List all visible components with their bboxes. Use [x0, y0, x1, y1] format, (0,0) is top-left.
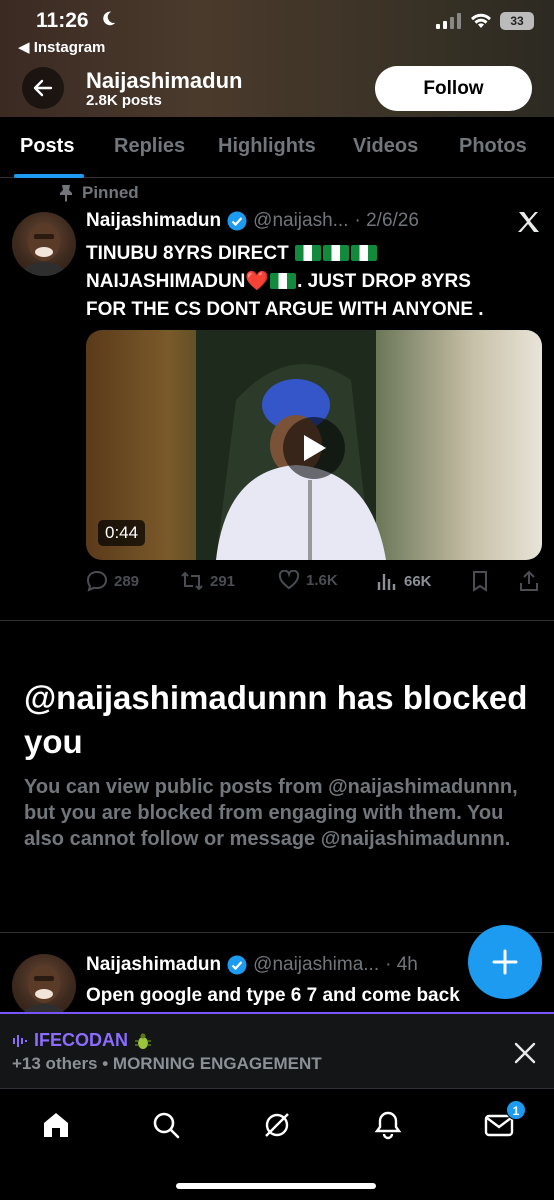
tweet-header: Naijashimadun @naijash... · 2/6/26 [86, 210, 419, 232]
spaces-title: IFECODAN [12, 1030, 152, 1051]
tweet-author-name[interactable]: Naijashimadun [86, 210, 221, 232]
active-tab-indicator [14, 174, 84, 178]
pinned-indicator: Pinned [58, 183, 139, 203]
repost-button[interactable]: 291 [180, 570, 235, 592]
pin-icon [60, 185, 72, 202]
bookmark-icon[interactable] [470, 570, 490, 592]
spaces-subtitle: +13 others • MORNING ENGAGEMENT [12, 1054, 322, 1073]
tweet-header: Naijashimadun @naijashima... · 4h [86, 954, 418, 976]
status-indicators: 33 [436, 12, 534, 30]
tweet-text-line3: FOR THE CS DONT ARGUE WITH ANYONE . [86, 299, 484, 320]
tweet-actions: 289 291 1.6K 66K [86, 570, 542, 596]
video-duration: 0:44 [98, 520, 146, 546]
spaces-banner[interactable]: IFECODAN +13 others • MORNING ENGAGEMENT [0, 1012, 554, 1088]
follow-button[interactable]: Follow [375, 66, 532, 111]
like-count: 1.6K [306, 571, 338, 589]
back-button[interactable] [22, 67, 64, 109]
profile-header: 11:26 ◀ Instagram 33 Naijashimadun 2.8K … [0, 0, 554, 117]
reply-button[interactable]: 289 [86, 570, 139, 592]
notifications-icon[interactable] [372, 1109, 404, 1141]
x-logo-icon [518, 212, 539, 232]
divider [0, 620, 554, 621]
tab-videos[interactable]: Videos [353, 135, 418, 158]
do-not-disturb-icon [103, 11, 116, 26]
tweet-text: TINUBU 8YRS DIRECT NAIJASHIMADUN❤️ . JUST… [86, 240, 542, 324]
tweet-author-name[interactable]: Naijashimadun [86, 954, 221, 976]
views-button[interactable]: 66K [376, 570, 432, 592]
play-icon [304, 435, 326, 461]
back-to-instagram-link[interactable]: ◀ Instagram [18, 38, 105, 56]
tweet-handle[interactable]: @naijashima... [253, 954, 379, 976]
compose-button[interactable] [468, 925, 542, 999]
avatar[interactable] [12, 212, 76, 276]
tweet-time: · 4h [385, 954, 418, 975]
nigeria-flag-icon [270, 273, 297, 289]
search-icon[interactable] [150, 1109, 182, 1141]
messages-badge: 1 [506, 1100, 526, 1120]
tweet-text: Open google and type 6 7 and come back [86, 985, 460, 1006]
tweet-date: · 2/6/26 [354, 210, 419, 231]
reply-count: 289 [114, 572, 140, 590]
verified-badge-icon [227, 211, 247, 231]
repost-count: 291 [210, 572, 236, 590]
account-name: Naijashimadun [86, 68, 243, 93]
wifi-icon [471, 13, 491, 28]
close-icon[interactable] [512, 1040, 538, 1066]
share-icon[interactable] [518, 570, 540, 592]
heart-icon [278, 570, 300, 590]
tweet-text-line1: TINUBU 8YRS DIRECT [86, 243, 289, 264]
tweet-text-line2b: . JUST DROP 8YRS [297, 271, 471, 292]
play-button[interactable] [283, 417, 345, 479]
tweet-text-line2: NAIJASHIMADUN [86, 271, 246, 292]
status-time: 11:26 [36, 9, 89, 32]
arrow-left-icon [33, 79, 53, 97]
tweet-video[interactable]: 0:44 [86, 330, 542, 560]
nigeria-flag-icon [322, 245, 349, 261]
views-icon [377, 574, 396, 590]
home-indicator [176, 1183, 376, 1189]
beetle-icon [135, 1033, 151, 1049]
view-count: 66K [404, 572, 432, 590]
audio-bars-icon [13, 1034, 27, 1047]
blocked-title: @naijashimadunnn has blocked you [24, 679, 528, 760]
avatar[interactable] [12, 954, 76, 1018]
home-icon[interactable] [40, 1109, 72, 1141]
tab-replies[interactable]: Replies [114, 135, 185, 158]
tweet-handle[interactable]: @naijash... [253, 210, 348, 232]
blocked-description: You can view public posts from @naijashi… [24, 776, 518, 850]
profile-tabs: Posts Replies Highlights Videos Photos [0, 117, 554, 178]
like-button[interactable]: 1.6K [278, 570, 338, 590]
spaces-host: IFECODAN [34, 1030, 128, 1050]
avatar-face-image [20, 223, 68, 276]
tab-highlights[interactable]: Highlights [218, 135, 316, 158]
grok-icon[interactable] [261, 1109, 293, 1141]
tab-photos[interactable]: Photos [459, 135, 527, 158]
pinned-label: Pinned [82, 183, 139, 202]
battery-icon: 33 [500, 12, 534, 30]
repost-icon [181, 571, 203, 591]
post-count: 2.8K posts [86, 92, 162, 109]
signal-icon [436, 13, 461, 29]
divider [0, 932, 554, 933]
verified-badge-icon [227, 955, 247, 975]
avatar-face-image [20, 965, 68, 1018]
red-heart-icon: ❤️ [245, 271, 270, 292]
tab-posts[interactable]: Posts [20, 135, 74, 158]
nigeria-flag-icon [294, 245, 321, 261]
nigeria-flag-icon [350, 245, 377, 261]
plus-icon [492, 949, 518, 975]
reply-icon [86, 570, 108, 592]
